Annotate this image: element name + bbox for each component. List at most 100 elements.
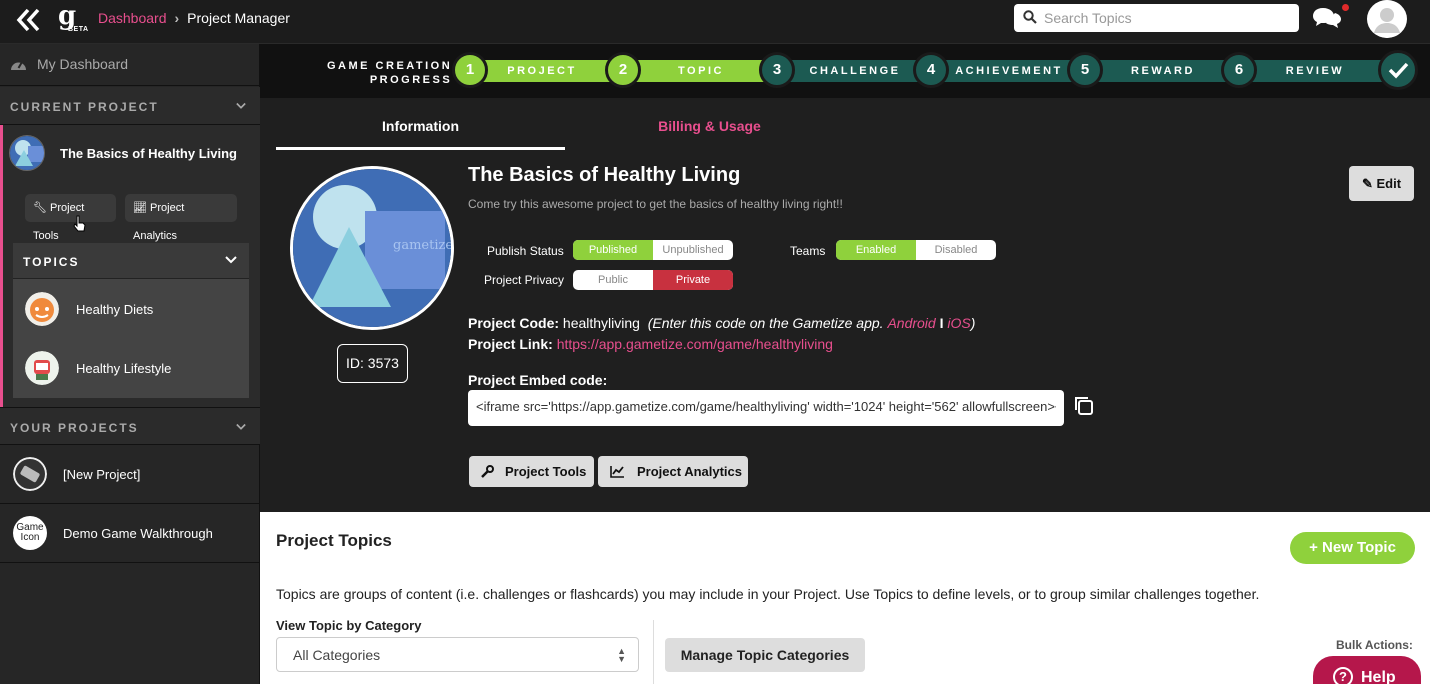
search-box <box>1014 4 1299 32</box>
bulk-actions-label: Bulk Actions: <box>1336 638 1413 652</box>
link-divider: I <box>939 315 944 331</box>
project-name: Demo Game Walkthrough <box>63 526 213 541</box>
private-option[interactable]: Private <box>653 270 733 290</box>
step-label: CHALLENGE <box>809 65 901 77</box>
copy-icon[interactable] <box>1073 395 1095 417</box>
step-project-bar[interactable]: PROJECT <box>470 60 614 82</box>
topics-header-label: TOPICS <box>23 255 80 269</box>
mouse-cursor-icon <box>73 215 86 232</box>
step-circle-3[interactable]: 3 <box>759 52 795 88</box>
user-avatar[interactable] <box>1367 0 1407 38</box>
progress-label-line1: GAME CREATION <box>327 60 453 72</box>
pencil-icon: ✎ <box>1361 176 1373 191</box>
current-project-name[interactable]: The Basics of Healthy Living <box>60 146 237 161</box>
your-projects-header[interactable]: YOUR PROJECTS <box>0 407 260 445</box>
healthy-diets-avatar <box>25 292 59 326</box>
published-option[interactable]: Published <box>573 240 653 260</box>
current-project-header[interactable]: CURRENT PROJECT <box>0 87 260 125</box>
publish-status-label: Publish Status <box>487 244 564 258</box>
logo-watermark-text: gametize <box>393 238 451 253</box>
topic-name: Healthy Lifestyle <box>76 361 172 376</box>
step-review-bar[interactable]: REVIEW <box>1240 60 1390 82</box>
step-challenge-bar[interactable]: CHALLENGE <box>778 60 932 82</box>
sidebar-project-demo[interactable]: Game Icon Demo Game Walkthrough <box>0 504 260 563</box>
publish-status-toggle: Published Unpublished <box>573 240 733 260</box>
game-icon-avatar: Game Icon <box>13 516 47 550</box>
progress-label-line2: PROGRESS <box>369 74 453 86</box>
chat-icon[interactable] <box>1312 4 1349 32</box>
topic-name: Healthy Diets <box>76 302 154 317</box>
sidebar-project-analytics-button[interactable]: 📈︎ Project Analytics <box>125 194 237 242</box>
project-id-badge: ID: 3573 <box>337 344 408 383</box>
step-circle-6[interactable]: 6 <box>1221 52 1257 88</box>
manage-topic-categories-button[interactable]: Manage Topic Categories <box>665 638 865 672</box>
project-logo-image: gametize <box>290 166 454 330</box>
public-option[interactable]: Public <box>573 270 653 290</box>
logo-letter: g <box>58 1 77 31</box>
project-code-hint-end: ) <box>970 315 976 331</box>
notification-dot <box>1342 4 1349 11</box>
step-circle-4[interactable]: 4 <box>913 52 949 88</box>
unpublished-option[interactable]: Unpublished <box>653 240 733 260</box>
category-select[interactable]: All Categories ▲ ▼ <box>276 637 639 672</box>
step-circle-2[interactable]: 2 <box>605 52 641 88</box>
breadcrumb-dashboard-link[interactable]: Dashboard <box>98 10 167 26</box>
project-tools-button[interactable]: Project Tools <box>469 456 594 487</box>
project-code-row: Project Code: healthyliving (Enter this … <box>468 315 975 331</box>
step-reward-bar[interactable]: REWARD <box>1086 60 1240 82</box>
project-info-panel: Information Billing & Usage gametize ID:… <box>260 98 1430 512</box>
edit-button[interactable]: ✎ Edit <box>1349 166 1414 201</box>
embed-code-label: Project Embed code: <box>468 372 608 388</box>
android-link[interactable]: Android <box>887 315 935 331</box>
new-topic-button[interactable]: + New Topic <box>1290 532 1415 564</box>
new-topic-label: New Topic <box>1322 539 1396 556</box>
topics-description: Topics are groups of content (i.e. chall… <box>276 586 1260 602</box>
ios-link[interactable]: iOS <box>947 315 970 331</box>
step-label: TOPIC <box>678 65 724 77</box>
game-creation-progress: GAME CREATION PROGRESS PROJECT TOPIC CHA… <box>260 44 1430 98</box>
help-label: Help <box>1361 669 1396 684</box>
step-achievement-bar[interactable]: ACHIEVEMENT <box>932 60 1086 82</box>
embed-code-field <box>468 390 1064 426</box>
tab-billing-usage[interactable]: Billing & Usage <box>565 98 854 150</box>
line-chart-icon: 📈︎ <box>133 202 147 214</box>
new-project-avatar <box>13 457 47 491</box>
search-input[interactable] <box>1044 9 1289 27</box>
step-topic-bar[interactable]: TOPIC <box>624 60 778 82</box>
topics-header[interactable]: TOPICS <box>13 243 249 279</box>
review-check-icon[interactable] <box>1378 50 1418 90</box>
topics-section: TOPICS Healthy Diets Healthy Lifestyle <box>13 243 249 398</box>
step-circle-1[interactable]: 1 <box>452 52 488 88</box>
collapse-sidebar-icon[interactable] <box>14 6 42 34</box>
project-link-key: Project Link: <box>468 336 553 352</box>
project-description: Come try this awesome project to get the… <box>468 197 843 211</box>
sidebar-project-new[interactable]: [New Project] <box>0 445 260 504</box>
tab-information[interactable]: Information <box>276 98 565 150</box>
sidebar-project-tools-button[interactable]: 🔧︎ Project Tools <box>25 194 116 242</box>
enabled-option[interactable]: Enabled <box>836 240 916 260</box>
project-link-url[interactable]: https://app.gametize.com/game/healthyliv… <box>557 336 833 352</box>
privacy-toggle: Public Private <box>573 270 733 290</box>
sidebar-item-dashboard[interactable]: My Dashboard <box>0 44 260 86</box>
current-project-avatar[interactable] <box>9 135 45 171</box>
privacy-label: Project Privacy <box>484 273 565 287</box>
healthy-lifestyle-avatar <box>25 351 59 385</box>
step-circle-5[interactable]: 5 <box>1067 52 1103 88</box>
breadcrumb: Dashboard › Project Manager <box>98 10 290 26</box>
sidebar-topic-healthy-lifestyle[interactable]: Healthy Lifestyle <box>13 339 249 398</box>
help-button[interactable]: ? Help <box>1313 656 1421 684</box>
progress-label: GAME CREATION PROGRESS <box>327 59 452 87</box>
gametize-logo[interactable]: g BETA <box>58 1 90 38</box>
project-analytics-button[interactable]: Project Analytics <box>598 456 748 487</box>
chevron-down-icon <box>225 256 237 264</box>
vertical-divider <box>653 620 654 684</box>
sidebar-topic-healthy-diets[interactable]: Healthy Diets <box>13 280 249 339</box>
step-label: ACHIEVEMENT <box>955 65 1063 77</box>
step-label: PROJECT <box>507 65 577 77</box>
wrench-icon: 🔧︎ <box>33 202 47 214</box>
disabled-option[interactable]: Disabled <box>916 240 996 260</box>
category-selected-value: All Categories <box>293 647 381 663</box>
project-code-hint: (Enter this code on the Gametize app. <box>647 315 884 331</box>
breadcrumb-chevron-icon: › <box>174 10 180 26</box>
embed-code-input[interactable] <box>476 399 1056 414</box>
